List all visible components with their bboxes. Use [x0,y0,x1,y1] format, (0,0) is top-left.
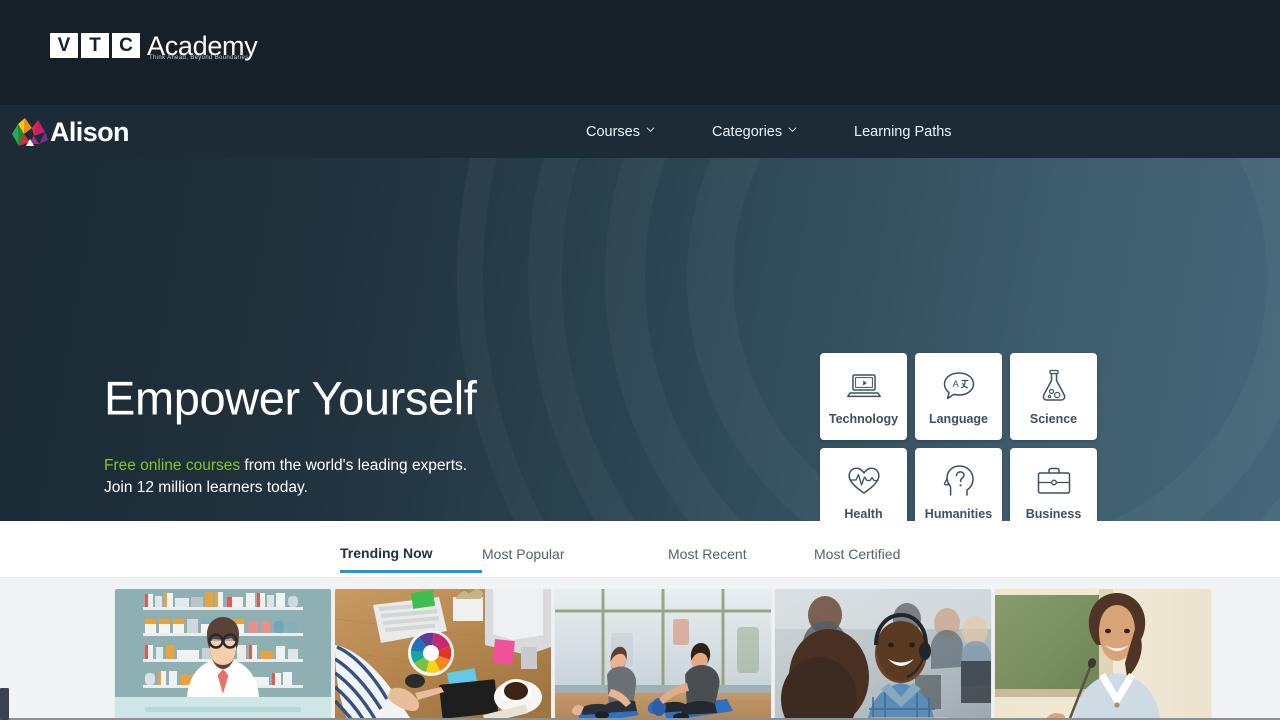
tab-most-certified[interactable]: Most Certified [814,546,900,571]
vtc-academy-bar: V T C Academy Think Ahead, Beyond Bounda… [0,0,1280,105]
gym-stretching-card [555,589,771,720]
vtc-letter-boxes: V T C [50,33,140,58]
hero-subtitle-line-1: Free online courses from the world's lea… [104,457,467,475]
course-card[interactable] [995,589,1211,720]
vtc-wordmark: Academy Think Ahead, Beyond Boundaries [147,33,258,62]
alison-logo[interactable]: Alison [12,116,130,147]
hero-content: Empower Yourself Free online courses fro… [0,158,1280,521]
nav-item-categories-label: Categories [712,123,783,140]
course-card[interactable] [775,589,991,720]
course-filter-tabs-bar: Trending Now Most Popular Most Recent Mo… [0,521,1280,578]
tab-trending-now[interactable]: Trending Now [340,545,482,573]
category-tiles-grid: Technology A Language Science Health Hum… [820,353,1097,521]
category-tile-language[interactable]: A Language [915,353,1002,440]
tab-most-recent[interactable]: Most Recent [668,546,814,571]
svg-text:A: A [952,379,959,390]
vtc-letter-v: V [50,33,78,58]
category-tile-health-label: Health [844,507,883,521]
nav-item-learning-paths[interactable]: Learning Paths [854,124,952,140]
hero-subtitle-line-2: Join 12 million learners today. [104,479,308,496]
call-center-agent-card [775,589,991,720]
category-tile-humanities-label: Humanities [924,507,993,521]
graphic-design-desk-card [335,589,551,720]
nav-item-courses-label: Courses [586,123,640,140]
flask-icon [1039,367,1069,405]
category-tile-technology[interactable]: Technology [820,353,907,440]
heart-pulse-icon [846,462,882,500]
head-question-icon [943,462,975,500]
chevron-down-icon [646,127,655,133]
nav-links: Courses Categories Learning Paths [586,105,952,158]
alison-brand-text: Alison [50,116,130,147]
alison-mountain-logo-icon [12,117,48,146]
hero-section: Empower Yourself Free online courses fro… [0,158,1280,521]
category-tile-science[interactable]: Science [1010,353,1097,440]
course-cards-section [0,578,1280,720]
speech-bubble-translate-icon: A [941,367,977,405]
hero-subtitle-rest: from the world's leading experts. [240,457,468,474]
course-cards-row [115,589,1211,720]
tab-most-popular[interactable]: Most Popular [482,546,668,571]
nav-item-categories[interactable]: Categories [712,124,854,140]
teacher-classroom-card [995,589,1211,720]
category-tile-business[interactable]: Business [1010,448,1097,521]
nav-item-courses[interactable]: Courses [586,124,712,140]
vtc-tagline: Think Ahead, Beyond Boundaries [149,55,249,61]
nav-item-learning-paths-label: Learning Paths [854,123,952,140]
course-filter-tabs: Trending Now Most Popular Most Recent Mo… [340,521,900,578]
category-tile-science-label: Science [1029,412,1078,426]
hero-subtitle-highlight: Free online courses [104,457,241,474]
category-tile-health[interactable]: Health [820,448,907,521]
vtc-academy-logo[interactable]: V T C Academy Think Ahead, Beyond Bounda… [50,33,258,62]
hero-headline: Empower Yourself [104,371,477,425]
category-tile-language-label: Language [928,412,989,426]
category-tile-business-label: Business [1025,507,1082,521]
category-tile-technology-label: Technology [828,412,899,426]
vtc-letter-t: T [81,33,109,58]
briefcase-icon [1036,462,1072,500]
vtc-letter-c: C [112,33,140,58]
course-card[interactable] [335,589,551,720]
laptop-icon [845,367,883,405]
page-scrollbar-thumb[interactable] [0,688,9,720]
pharmacist-illustration-card [115,589,331,720]
main-navigation-bar: Alison Courses Categories Learning Paths [0,105,1280,256]
category-tile-humanities[interactable]: Humanities [915,448,1002,521]
chevron-down-icon [788,127,797,133]
course-card[interactable] [555,589,771,720]
course-card[interactable] [115,589,331,720]
